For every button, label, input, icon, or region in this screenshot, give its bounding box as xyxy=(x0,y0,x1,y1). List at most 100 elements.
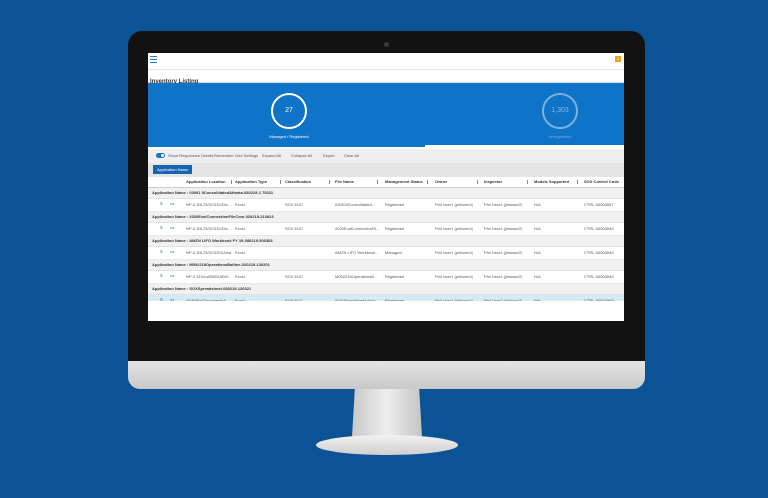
group-row[interactable]: Application Name : SOXSpreadsheet-080219… xyxy=(148,284,624,295)
column-menu-icon[interactable] xyxy=(427,180,428,184)
cell-file-name[interactable]: AMZN LIFO Workbook ... xyxy=(335,247,379,259)
app-screen: 1 Inventory Listing 27 Managed / Registe… xyxy=(148,53,624,321)
cell-location: NP-0 310/Lsl/BIZDAR/K... xyxy=(186,274,231,279)
inventory-grid: Application Location Application Type Cl… xyxy=(148,177,624,308)
hierarchy-icon[interactable]: ⚏ xyxy=(170,250,175,255)
cell-status: Registered xyxy=(385,202,405,207)
list-icon[interactable]: ≡ xyxy=(160,226,165,231)
remember-grid-button[interactable]: Remember Grid Settings xyxy=(214,153,258,158)
column-menu-icon[interactable] xyxy=(527,180,528,184)
column-menu-icon[interactable] xyxy=(577,180,578,184)
cell-location: NP-0 30175/SCIDS/Dis... xyxy=(186,226,231,231)
stat-managed-value: 27 xyxy=(271,93,307,129)
cell-status: Managed xyxy=(385,250,402,255)
cell-status: Registered xyxy=(385,226,405,231)
cell-models: N/A xyxy=(534,250,541,255)
stat-unregistered[interactable]: 1,303 Unregistered xyxy=(525,93,595,139)
column-header[interactable]: SOX Control Code xyxy=(584,177,619,187)
cell-control-code: CTRL-00004567 xyxy=(584,202,614,207)
top-bar: 1 xyxy=(148,53,624,70)
responsive-details-toggle[interactable] xyxy=(156,153,165,158)
cell-control-code: CTRL-00004545 xyxy=(584,250,614,255)
cell-owner: Phil User1 (philuser1) xyxy=(435,226,474,231)
stat-managed-label: Managed / Registered xyxy=(269,134,309,139)
list-icon[interactable]: ≡ xyxy=(160,274,165,279)
cell-inspector: Phil User2 (philuser2) xyxy=(484,274,523,279)
list-icon[interactable]: ≡ xyxy=(160,250,165,255)
cell-status: Registered xyxy=(385,274,405,279)
stats-banner: 27 Managed / Registered 1,303 Unregister… xyxy=(148,83,624,145)
group-title: Application Name : SOXSpreadsheet-080219… xyxy=(152,286,252,291)
column-header[interactable]: Models Supported xyxy=(534,177,569,187)
column-header[interactable]: Inspector xyxy=(484,177,502,187)
cell-file-name[interactable]: 2020EvalConnectionFil... xyxy=(335,223,379,235)
grid-toolbar: Show Responsive Details Remember Grid Se… xyxy=(148,149,624,163)
cell-owner: Phil User1 (philuser1) xyxy=(435,202,474,207)
hierarchy-icon[interactable]: ⚏ xyxy=(170,202,175,207)
column-header[interactable]: File Name xyxy=(335,177,354,187)
cell-models: N/A xyxy=(534,274,541,279)
title-bar: Inventory Listing xyxy=(148,70,624,85)
cell-classification: SOX EUC xyxy=(285,226,304,231)
group-title: Application Name : 2020EvalConnectionFil… xyxy=(152,214,274,219)
group-title: Application Name : 03091 9ConsolidatedAt… xyxy=(152,190,274,195)
cell-inspector: Phil User2 (philuser2) xyxy=(484,226,523,231)
group-row[interactable]: Application Name : AMZN LIFO Workbook FY… xyxy=(148,236,624,247)
cell-classification: SOX EUC xyxy=(285,274,304,279)
cell-type: Excel xyxy=(235,250,245,255)
expand-all-button[interactable]: Expand All xyxy=(262,153,281,158)
cell-file-name[interactable]: M092219OperationsB... xyxy=(335,271,379,283)
column-header[interactable]: Owner xyxy=(435,177,447,187)
table-row[interactable]: ≡ ⚏ NP-0 30175/SCIDS/Dis... Excel SOX EU… xyxy=(148,223,624,236)
cell-owner: Phil User1 (philuser1) xyxy=(435,274,474,279)
column-header[interactable]: Management Status xyxy=(385,177,423,187)
active-stat-indicator xyxy=(148,145,425,147)
cell-type: Excel xyxy=(235,226,245,231)
list-icon[interactable]: ≡ xyxy=(160,202,165,207)
stat-managed[interactable]: 27 Managed / Registered xyxy=(254,93,324,139)
hamburger-menu-icon[interactable] xyxy=(150,56,157,63)
cell-inspector: Phil User2 (philuser2) xyxy=(484,250,523,255)
monitor-stand xyxy=(352,389,422,437)
cell-models: N/A xyxy=(534,226,541,231)
cell-classification: SOX EUC xyxy=(285,202,304,207)
column-menu-icon[interactable] xyxy=(329,180,330,184)
grid-header: Application Location Application Type Cl… xyxy=(148,177,624,188)
table-row[interactable]: ≡ ⚏ NP-0 310/Lsl/BIZDAR/K... Excel SOX E… xyxy=(148,271,624,284)
hierarchy-icon[interactable]: ⚏ xyxy=(170,274,175,279)
export-button[interactable]: Export xyxy=(323,153,335,158)
column-menu-icon[interactable] xyxy=(477,180,478,184)
collapse-all-button[interactable]: Collapse All xyxy=(291,153,312,158)
monitor-chin xyxy=(128,361,645,389)
cell-control-code: CTRL-00004545 xyxy=(584,274,614,279)
cell-type: Excel xyxy=(235,202,245,207)
group-by-chip[interactable]: Application Name xyxy=(153,165,193,174)
column-header[interactable]: Application Location xyxy=(186,177,226,187)
column-menu-icon[interactable] xyxy=(377,180,378,184)
column-header[interactable]: Application Type xyxy=(235,177,267,187)
cell-control-code: CTRL-00004545 xyxy=(584,226,614,231)
table-row[interactable]: ≡ ⚏ NP-0 30175/SCIDS/Dis... Excel SOX EU… xyxy=(148,199,624,212)
stat-unregistered-value: 1,303 xyxy=(542,93,578,129)
group-title: Application Name : M092219OperationsBatl… xyxy=(152,262,270,267)
cell-location: NP-0 30175/SCIDS/Unna... xyxy=(186,250,231,255)
group-row[interactable]: Application Name : M092219OperationsBatl… xyxy=(148,260,624,271)
group-row[interactable]: Application Name : 03091 9ConsolidatedAt… xyxy=(148,188,624,199)
column-menu-icon[interactable] xyxy=(231,180,232,184)
column-menu-icon[interactable] xyxy=(280,180,281,184)
group-title: Application Name : AMZN LIFO Workbook FY… xyxy=(152,238,273,243)
grid-footer xyxy=(148,301,624,321)
column-header[interactable]: Classification xyxy=(285,177,311,187)
clear-all-button[interactable]: Clear All xyxy=(344,153,359,158)
group-row[interactable]: Application Name : 2020EvalConnectionFil… xyxy=(148,212,624,223)
toggle-label: Show Responsive Details xyxy=(168,153,214,158)
table-row[interactable]: ≡ ⚏ NP-0 30175/SCIDS/Unna... Excel AMZN … xyxy=(148,247,624,260)
cell-file-name[interactable]: 030919Consolidated... xyxy=(335,199,379,211)
hierarchy-icon[interactable]: ⚏ xyxy=(170,226,175,231)
cell-type: Excel xyxy=(235,274,245,279)
cell-models: N/A xyxy=(534,202,541,207)
cell-inspector: Phil User2 (philuser2) xyxy=(484,202,523,207)
notification-icon[interactable]: 1 xyxy=(615,56,621,62)
cell-owner: Phil User1 (philuser1) xyxy=(435,250,474,255)
camera-dot xyxy=(384,42,389,47)
